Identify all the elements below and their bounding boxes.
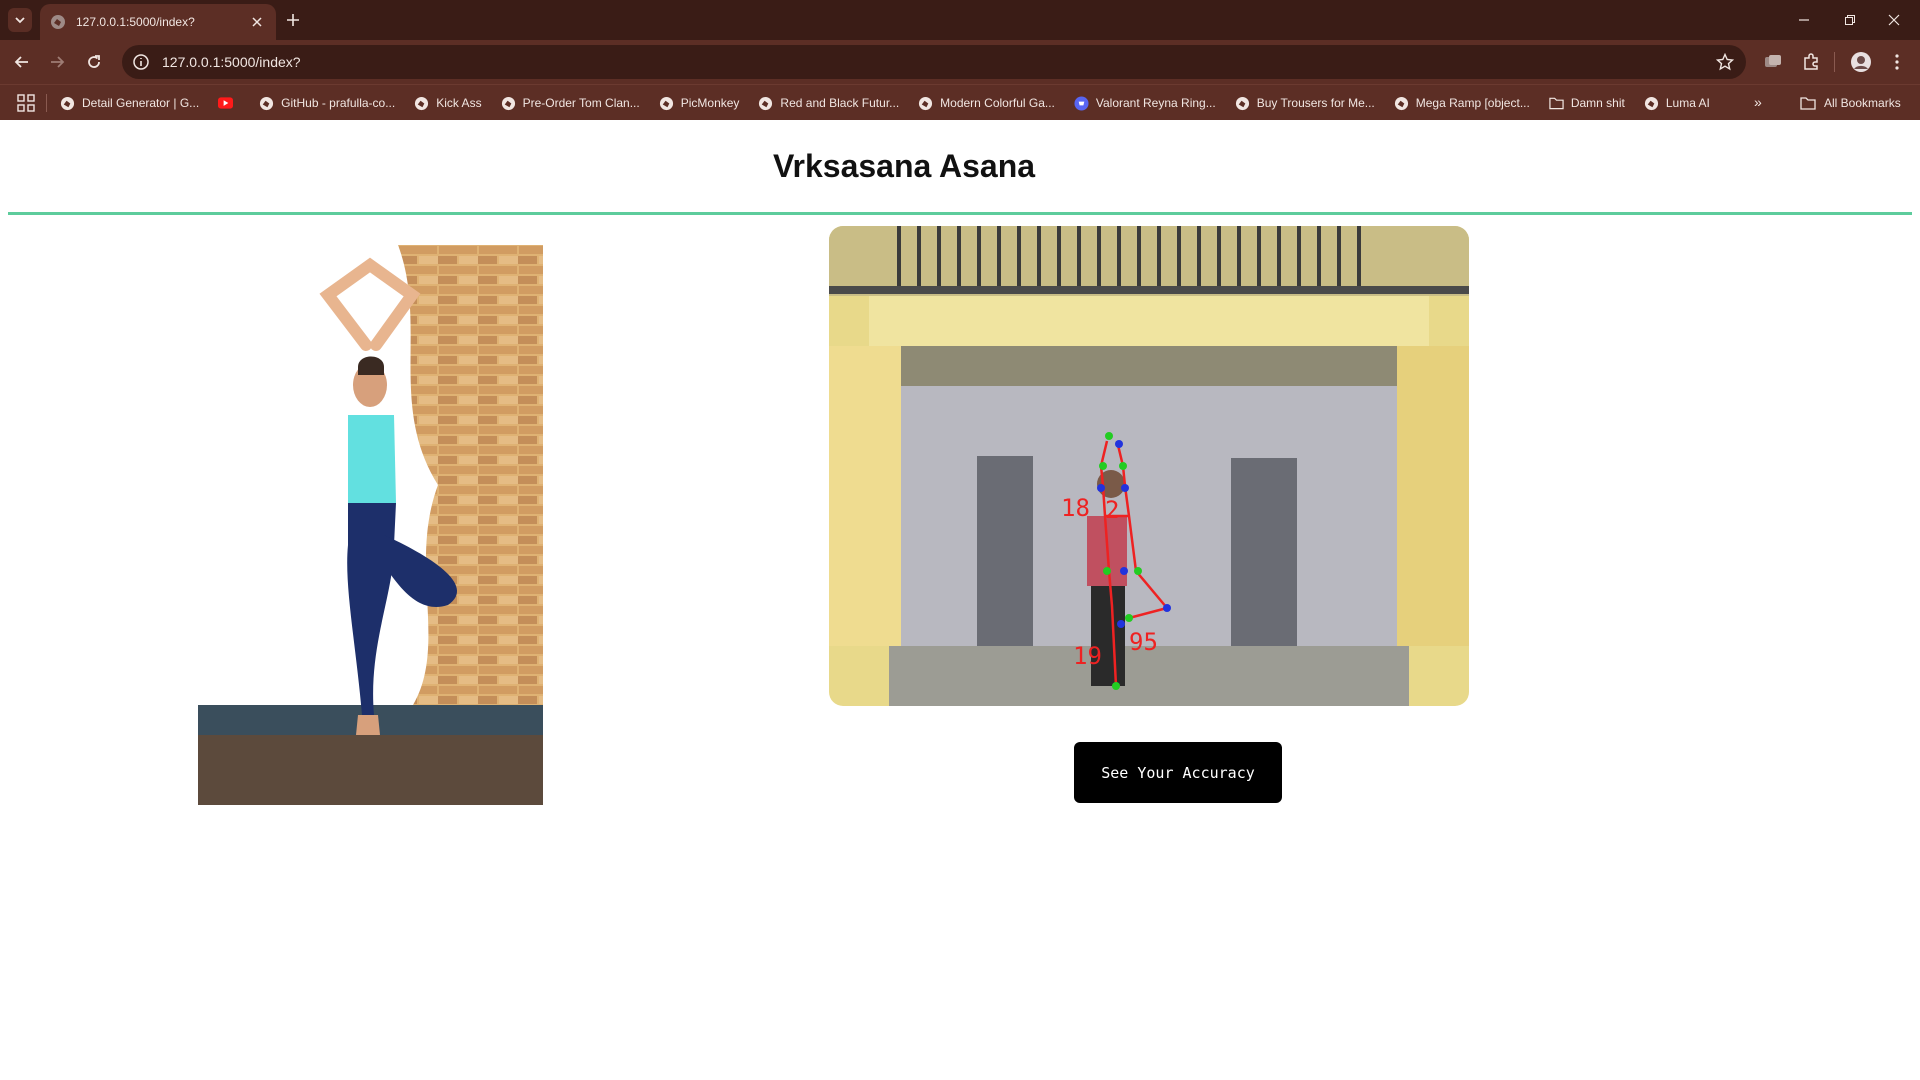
see-accuracy-button[interactable]: See Your Accuracy: [1074, 742, 1282, 803]
arrow-left-icon: [14, 56, 28, 68]
page-content: Vrksasana Asana 18 2 19 95 See Your Accu…: [0, 120, 1920, 1080]
bookmark-item[interactable]: Damn shit: [1549, 96, 1625, 111]
bookmark-label: PicMonkey: [680, 96, 740, 110]
profile-button[interactable]: [1850, 51, 1872, 73]
folder-icon: [1800, 97, 1816, 110]
globe-icon: [758, 96, 773, 111]
active-tab[interactable]: 127.0.0.1:5000/index?: [40, 4, 276, 40]
tab-title: 127.0.0.1:5000/index?: [76, 15, 195, 29]
info-icon[interactable]: [132, 53, 150, 71]
avatar-icon: [1851, 52, 1871, 72]
globe-icon: [51, 15, 65, 29]
bookmark-label: GitHub - prafulla-co...: [281, 96, 396, 110]
bookmark-item[interactable]: Modern Colorful Ga...: [918, 96, 1055, 111]
bookmark-list: Detail Generator | G... GitHub - prafulla…: [60, 85, 1729, 121]
bookmark-star-icon[interactable]: [1716, 53, 1734, 71]
puzzle-icon: [1804, 53, 1818, 70]
url-text[interactable]: 127.0.0.1:5000/index?: [162, 54, 301, 70]
reload-icon: [88, 55, 100, 68]
bookmark-label: Detail Generator | G...: [82, 96, 200, 110]
bookmark-label: Damn shit: [1570, 96, 1625, 110]
arrow-right-icon: [51, 56, 65, 68]
browser-toolbar: 127.0.0.1:5000/index?: [0, 40, 1920, 84]
bookmark-label: Pre-Order Tom Clan...: [522, 96, 640, 110]
all-bookmarks-label: All Bookmarks: [1824, 96, 1901, 110]
bookmark-item[interactable]: GitHub - prafulla-co...: [259, 96, 395, 111]
close-tab-icon[interactable]: [248, 13, 266, 31]
bookmark-item[interactable]: Mega Ramp [object...: [1394, 96, 1530, 111]
back-button[interactable]: [10, 50, 34, 74]
bookmarks-separator: [46, 94, 47, 112]
forward-button[interactable]: [45, 50, 69, 74]
bookmark-label: Mega Ramp [object...: [1415, 96, 1530, 110]
minimize-button[interactable]: [1787, 8, 1821, 32]
globe-icon: [1394, 96, 1409, 111]
globe-icon: [1644, 96, 1659, 111]
bookmark-item[interactable]: Buy Trousers for Me...: [1235, 96, 1375, 111]
globe-icon: [918, 96, 933, 111]
angle-label: 95: [1129, 628, 1158, 656]
bookmark-label: Valorant Reyna Ring...: [1095, 96, 1216, 110]
restore-button[interactable]: [1833, 8, 1867, 32]
close-icon: [1888, 14, 1900, 26]
discord-icon: [1074, 95, 1089, 111]
all-bookmarks-button[interactable]: All Bookmarks: [1800, 85, 1901, 121]
bookmark-label: Modern Colorful Ga...: [940, 96, 1055, 110]
angle-label: 19: [1073, 642, 1102, 670]
bookmark-label: Kick Ass: [436, 96, 482, 110]
globe-icon: [501, 96, 516, 111]
toolbar-separator: [1834, 52, 1835, 72]
camera-feed: 18 2 19 95: [829, 226, 1469, 706]
plus-icon: [287, 14, 299, 26]
angle-label: 18: [1061, 494, 1090, 522]
reference-pose-image: [198, 245, 543, 805]
bookmark-label: Luma AI: [1665, 96, 1710, 110]
globe-icon: [414, 96, 429, 111]
folder-icon: [1549, 96, 1564, 111]
close-window-button[interactable]: [1877, 8, 1911, 32]
bookmark-label: Buy Trousers for Me...: [1256, 96, 1375, 110]
reload-button[interactable]: [82, 50, 106, 74]
bookmark-item[interactable]: Luma AI: [1644, 96, 1710, 111]
bookmarks-bar: Detail Generator | G... GitHub - prafulla…: [0, 84, 1920, 120]
globe-icon: [60, 96, 75, 111]
globe-icon: [1235, 96, 1250, 111]
page-title: Vrksasana Asana: [772, 148, 1036, 184]
bookmark-item[interactable]: Detail Generator | G...: [60, 96, 199, 111]
restore-icon: [1845, 15, 1855, 25]
globe-icon: [659, 96, 674, 111]
bookmark-item[interactable]: Valorant Reyna Ring...: [1074, 95, 1216, 111]
chevron-down-icon: [15, 17, 25, 24]
bookmark-label: Red and Black Futur...: [780, 96, 900, 110]
bookmark-item[interactable]: PicMonkey: [659, 96, 740, 111]
youtube-icon: [218, 96, 234, 111]
bookmark-item[interactable]: [218, 96, 240, 111]
angle-label: 2: [1105, 496, 1119, 524]
apps-grid-icon[interactable]: [17, 94, 35, 112]
bookmark-item[interactable]: Red and Black Futur...: [758, 96, 899, 111]
title-divider: [8, 212, 1912, 215]
cast-button[interactable]: [1762, 51, 1784, 73]
tab-strip: 127.0.0.1:5000/index?: [0, 0, 1920, 40]
extensions-button[interactable]: [1800, 51, 1822, 73]
globe-icon: [259, 96, 274, 111]
menu-button[interactable]: [1886, 51, 1908, 73]
more-bookmarks-button[interactable]: »: [1754, 94, 1774, 112]
address-bar[interactable]: 127.0.0.1:5000/index?: [122, 45, 1746, 79]
new-tab-button[interactable]: [282, 9, 304, 31]
minimize-icon: [1799, 19, 1809, 21]
bookmark-item[interactable]: Pre-Order Tom Clan...: [501, 96, 640, 111]
more-vertical-icon: [1895, 54, 1899, 70]
tab-search-button[interactable]: [8, 8, 32, 32]
media-icon: [1765, 55, 1781, 67]
bookmark-item[interactable]: Kick Ass: [414, 96, 482, 111]
